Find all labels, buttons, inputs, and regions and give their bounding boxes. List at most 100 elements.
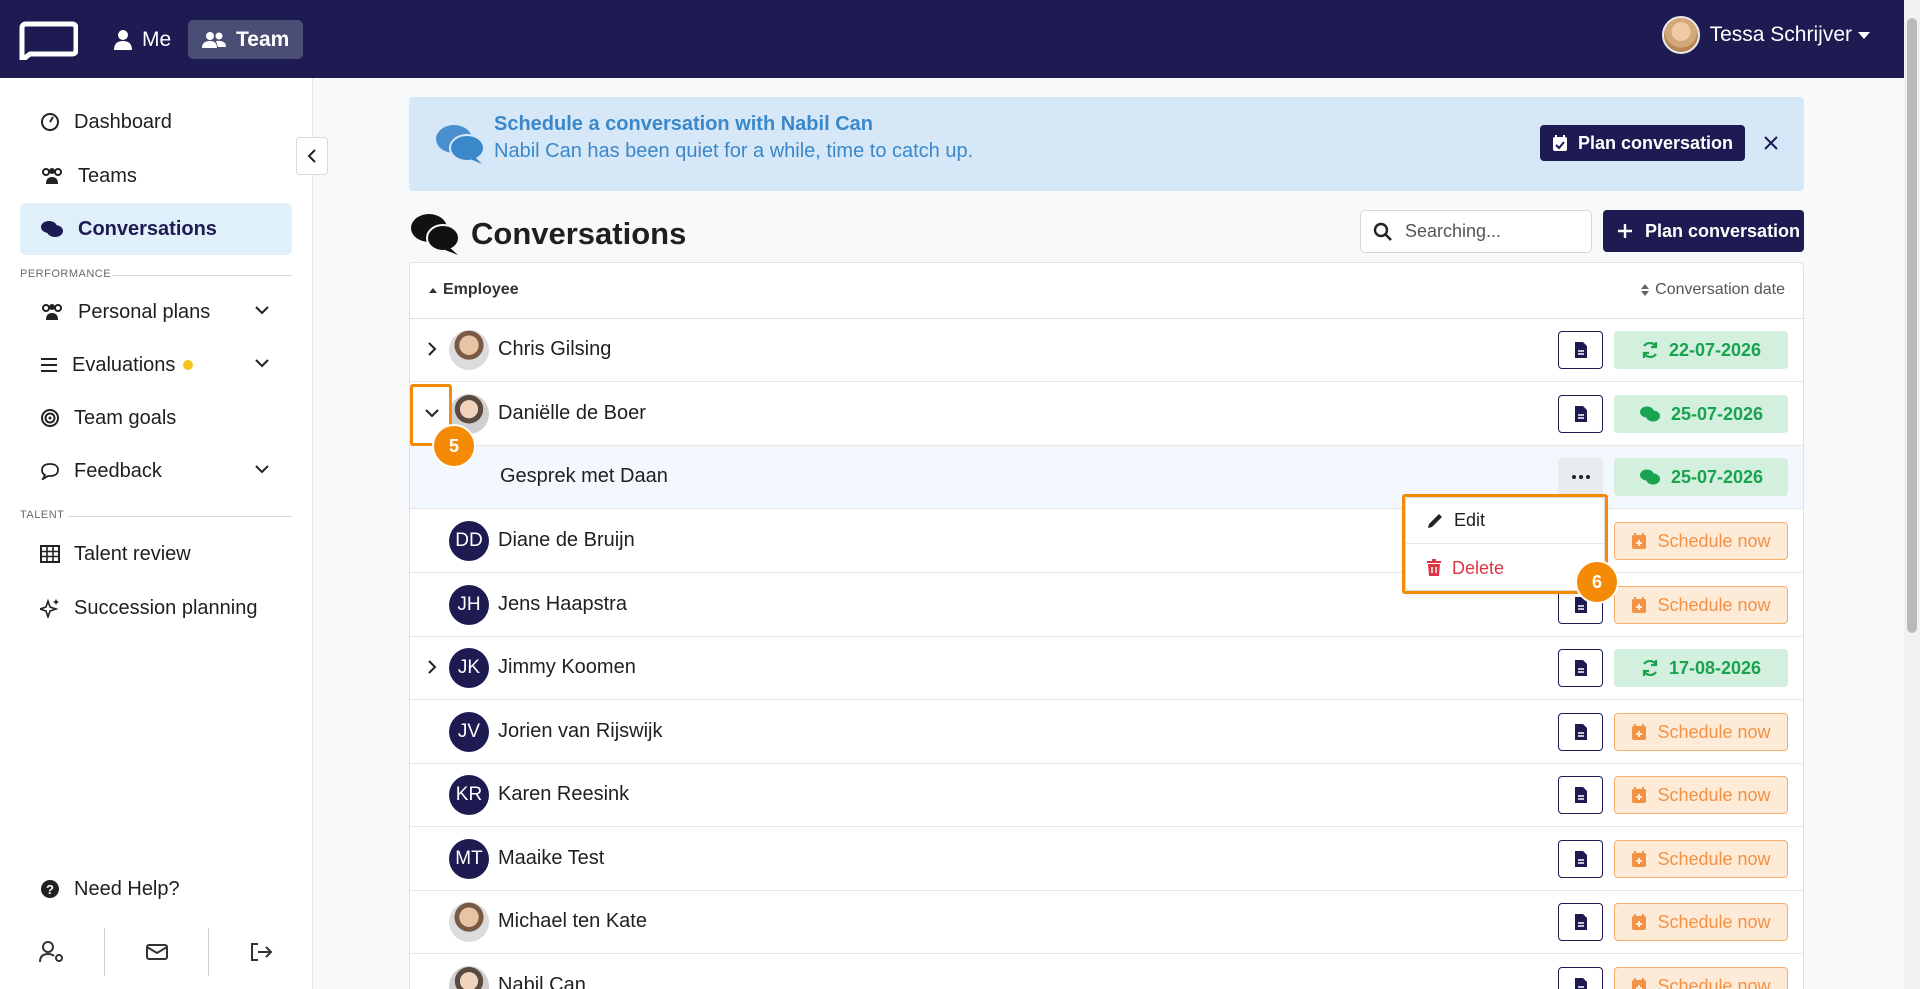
document-button[interactable] — [1558, 649, 1603, 687]
table-row[interactable]: Chris Gilsing 22-07-2026 — [410, 319, 1803, 382]
section-talent: TALENT — [20, 509, 292, 521]
conversation-date-badge[interactable]: 22-07-2026 — [1614, 331, 1788, 369]
document-button[interactable] — [1558, 903, 1603, 941]
notification-dot — [183, 360, 194, 370]
sidebar-item-teams[interactable]: Teams — [20, 150, 292, 202]
user-settings-button[interactable] — [0, 915, 104, 989]
avatar: MT — [449, 839, 489, 879]
conversation-date-badge[interactable]: 25-07-2026 — [1614, 395, 1788, 433]
column-conversation-date[interactable]: Conversation date — [1640, 281, 1785, 299]
document-button[interactable] — [1558, 713, 1603, 751]
schedule-now-button[interactable]: Schedule now — [1614, 713, 1788, 751]
sidebar-collapse-button[interactable] — [296, 137, 328, 175]
more-options-button[interactable] — [1558, 458, 1603, 496]
avatar — [449, 966, 489, 989]
need-help-link[interactable]: ? Need Help? — [20, 863, 292, 915]
calendar-check-icon — [1553, 135, 1567, 151]
avatar: JK — [449, 648, 489, 688]
sidebar-item-evaluations[interactable]: Evaluations — [20, 339, 292, 391]
table-row[interactable]: MT Maaike Test Schedule now — [410, 828, 1803, 891]
expand-row-button[interactable] — [424, 339, 440, 359]
messages-button[interactable] — [105, 915, 209, 989]
document-button[interactable] — [1558, 840, 1603, 878]
comments-icon — [411, 214, 460, 255]
sidebar-item-personal-plans[interactable]: Personal plans — [20, 286, 292, 338]
plan-conversation-button[interactable]: Plan conversation — [1603, 210, 1804, 252]
table-row[interactable]: JV Jorien van Rijswijk Schedule now — [410, 701, 1803, 764]
chevron-down-icon — [255, 359, 269, 368]
document-button[interactable] — [1558, 331, 1603, 369]
envelope-icon — [145, 944, 168, 960]
sidebar-item-label: Succession planning — [74, 596, 258, 619]
column-date-label: Conversation date — [1655, 281, 1785, 298]
step-badge-6: 6 — [1575, 560, 1619, 604]
alert-close-button[interactable] — [1758, 130, 1784, 156]
search-field[interactable] — [1360, 210, 1592, 253]
conversation-date-badge[interactable]: 17-08-2026 — [1614, 649, 1788, 687]
sidebar-item-talent-review[interactable]: Talent review — [20, 528, 292, 580]
comments-icon — [1639, 406, 1660, 422]
page-scrollbar[interactable] — [1904, 0, 1920, 989]
avatar: KR — [449, 775, 489, 815]
schedule-now-button[interactable]: Schedule now — [1614, 967, 1788, 989]
alert-button-label: Plan conversation — [1578, 132, 1734, 153]
document-button[interactable] — [1558, 395, 1603, 433]
document-button[interactable] — [1558, 776, 1603, 814]
schedule-now-button[interactable]: Schedule now — [1614, 586, 1788, 624]
search-input[interactable] — [1405, 221, 1575, 242]
app-logo[interactable] — [18, 20, 78, 60]
table-row[interactable]: Nabil Can Schedule now — [410, 955, 1803, 989]
schedule-now-button[interactable]: Schedule now — [1614, 903, 1788, 941]
file-icon — [1574, 660, 1587, 676]
schedule-now-button[interactable]: Schedule now — [1614, 840, 1788, 878]
sidebar-item-dashboard[interactable]: Dashboard — [20, 96, 292, 148]
need-help-label: Need Help? — [74, 877, 180, 900]
calendar-plus-icon — [1632, 914, 1647, 930]
calendar-plus-icon — [1632, 724, 1647, 740]
calendar-plus-icon — [1632, 978, 1647, 989]
employee-name: Nabil Can — [498, 974, 586, 989]
schedule-now-button[interactable]: Schedule now — [1614, 776, 1788, 814]
file-icon — [1574, 787, 1587, 803]
table-row[interactable]: KR Karen Reesink Schedule now — [410, 764, 1803, 827]
plus-icon — [1618, 224, 1632, 238]
schedule-now-label: Schedule now — [1657, 975, 1771, 989]
nav-me[interactable]: Me — [100, 20, 185, 59]
target-icon — [41, 409, 59, 427]
sidebar: Dashboard Teams Conversations PERFORMANC… — [0, 78, 313, 989]
conversation-date-badge[interactable]: 25-07-2026 — [1614, 458, 1788, 496]
expand-row-button[interactable] — [424, 657, 440, 677]
top-navbar: Me Team Tessa Schrijver — [0, 0, 1920, 78]
grid-icon — [40, 545, 60, 563]
page-title: Conversations — [409, 212, 686, 256]
calendar-plus-icon — [1632, 533, 1647, 549]
logout-icon — [251, 943, 273, 961]
chevron-right-icon — [428, 342, 437, 356]
column-employee[interactable]: Employee — [428, 281, 519, 299]
alert-plan-conversation-button[interactable]: Plan conversation — [1540, 125, 1746, 161]
scroll-thumb[interactable] — [1907, 18, 1917, 633]
schedule-now-button[interactable]: Schedule now — [1614, 522, 1788, 560]
sidebar-item-conversations[interactable]: Conversations — [20, 203, 292, 255]
user-menu[interactable]: Tessa Schrijver — [1661, 16, 1870, 54]
employee-name: Chris Gilsing — [498, 338, 612, 360]
sidebar-item-feedback[interactable]: Feedback — [20, 445, 292, 497]
table-row[interactable]: Daniëlle de Boer 25-07-2026 — [410, 383, 1803, 446]
section-performance: PERFORMANCE — [20, 268, 292, 280]
plan-conversation-label: Plan conversation — [1645, 220, 1801, 241]
conversations-table: Employee Conversation date Chris Gilsing… — [409, 262, 1804, 989]
avatar — [449, 902, 489, 942]
schedule-now-label: Schedule now — [1657, 721, 1771, 742]
schedule-now-label: Schedule now — [1657, 594, 1771, 615]
table-row[interactable]: JK Jimmy Koomen 17-08-2026 — [410, 637, 1803, 700]
document-button[interactable] — [1558, 967, 1603, 989]
employee-name: Maaike Test — [498, 847, 605, 869]
date-label: 22-07-2026 — [1668, 339, 1762, 360]
table-row[interactable]: Michael ten Kate Schedule now — [410, 891, 1803, 954]
logout-button[interactable] — [209, 915, 313, 989]
sidebar-item-succession-planning[interactable]: Succession planning — [20, 582, 292, 634]
svg-text:?: ? — [46, 882, 54, 897]
nav-team[interactable]: Team — [188, 20, 304, 59]
sidebar-item-team-goals[interactable]: Team goals — [20, 392, 292, 444]
column-employee-label: Employee — [443, 281, 519, 298]
